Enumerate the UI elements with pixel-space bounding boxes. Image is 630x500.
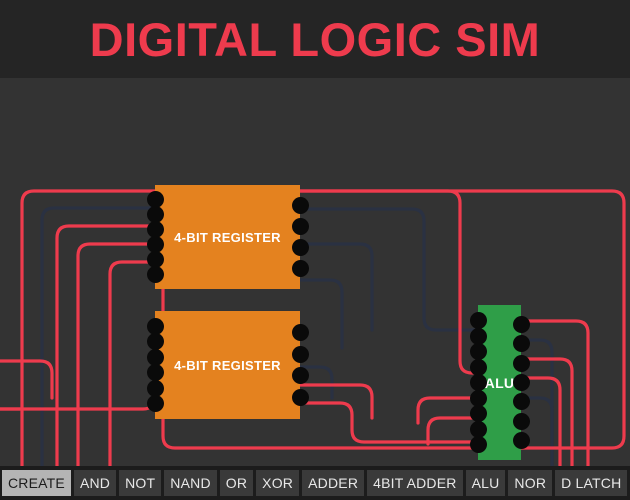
pin-right-2[interactable] xyxy=(291,218,309,236)
pin-right-4[interactable] xyxy=(512,374,530,391)
page-title: DIGITAL LOGIC SIM xyxy=(89,12,541,66)
pin-right-1[interactable] xyxy=(512,315,530,333)
component-register-top[interactable]: 4-BIT REGISTER xyxy=(146,185,309,289)
pin-left-5[interactable] xyxy=(469,374,487,391)
pin-right-2[interactable] xyxy=(291,345,309,363)
wire-inactive[interactable] xyxy=(298,207,480,332)
wire-active[interactable] xyxy=(76,242,157,466)
wire-layer xyxy=(0,189,626,466)
pin-left-9[interactable] xyxy=(469,436,487,453)
pin-right-3[interactable] xyxy=(291,238,309,256)
pin-left-2[interactable] xyxy=(469,327,487,345)
pin-right-4[interactable] xyxy=(291,388,309,406)
pin-right-4[interactable] xyxy=(291,259,309,277)
app-root: DIGITAL LOGIC SIM 4-BIT REGISTER 4-BIT RE… xyxy=(0,0,630,500)
tool-button-or[interactable]: OR xyxy=(219,470,254,496)
pin-left-3[interactable] xyxy=(469,343,487,360)
pin-left-6[interactable] xyxy=(146,395,164,413)
tool-button-4bit-adder[interactable]: 4BIT ADDER xyxy=(367,470,463,496)
tool-button-adder[interactable]: ADDER xyxy=(302,470,365,496)
pin-left-6[interactable] xyxy=(469,389,487,407)
wire-inactive[interactable] xyxy=(40,206,157,466)
component-body[interactable]: 4-BIT REGISTER xyxy=(155,185,300,289)
wire-active[interactable] xyxy=(0,359,54,400)
pin-left-4[interactable] xyxy=(146,364,164,382)
component-alu[interactable]: ALU xyxy=(469,305,530,460)
wire-active[interactable] xyxy=(298,401,472,444)
wire-active[interactable] xyxy=(519,357,574,466)
circuit-canvas[interactable]: 4-BIT REGISTER 4-BIT REGISTER ALU xyxy=(0,78,630,466)
pin-left-1[interactable] xyxy=(469,312,487,329)
pin-right-1[interactable] xyxy=(291,197,309,215)
app-header: DIGITAL LOGIC SIM xyxy=(0,0,630,78)
tool-button-d-latch[interactable]: D LATCH xyxy=(555,470,628,496)
pin-right-2[interactable] xyxy=(512,335,530,353)
component-label: ALU xyxy=(484,374,515,391)
tool-button-nor[interactable]: NOR xyxy=(508,470,553,496)
pin-left-2[interactable] xyxy=(146,333,164,351)
wire-active[interactable] xyxy=(108,260,157,466)
pin-right-6[interactable] xyxy=(512,412,530,430)
tool-button-nand[interactable]: NAND xyxy=(164,470,217,496)
wire-active[interactable] xyxy=(519,319,590,466)
pin-right-1[interactable] xyxy=(291,324,309,342)
pin-right-3[interactable] xyxy=(291,367,309,385)
component-body[interactable]: 4-BIT REGISTER xyxy=(155,311,300,419)
pin-right-7[interactable] xyxy=(512,432,530,450)
component-register-bottom[interactable]: 4-BIT REGISTER xyxy=(146,311,309,419)
pin-right-5[interactable] xyxy=(512,393,530,411)
tool-button-not[interactable]: NOT xyxy=(119,470,162,496)
pin-left-7[interactable] xyxy=(469,405,487,422)
component-label: 4-BIT REGISTER xyxy=(174,229,281,245)
component-toolbar[interactable]: CREATE AND NOT NAND OR XOR ADDER 4BIT ADDER ALU N… xyxy=(0,466,630,500)
component-label: 4-BIT REGISTER xyxy=(174,357,281,373)
pin-left-4[interactable] xyxy=(469,358,487,376)
pin-left-6[interactable] xyxy=(146,265,164,283)
wire-inactive[interactable] xyxy=(298,242,374,332)
pin-right-3[interactable] xyxy=(512,354,530,372)
tool-button-xor[interactable]: XOR xyxy=(256,470,300,496)
wire-active[interactable] xyxy=(298,189,480,375)
tool-button-alu[interactable]: ALU xyxy=(465,470,506,496)
tool-button-create[interactable]: CREATE xyxy=(2,470,71,496)
tool-button-and[interactable]: AND xyxy=(73,470,117,496)
pin-left-8[interactable] xyxy=(469,420,487,438)
